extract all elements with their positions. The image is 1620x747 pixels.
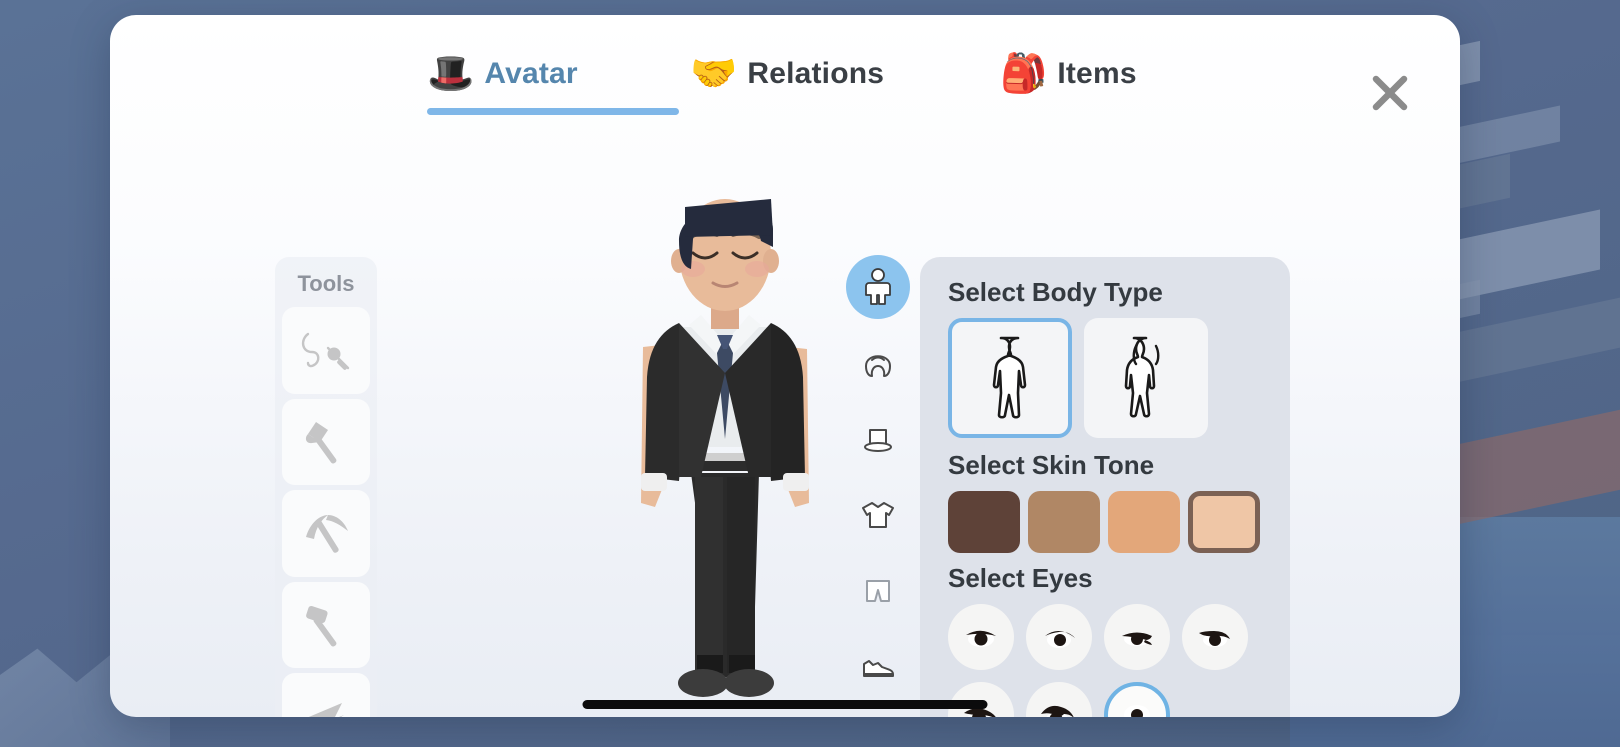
male-silhouette-icon — [992, 336, 1027, 419]
hammer-icon — [306, 606, 337, 647]
tools-panel: Tools — [275, 257, 377, 717]
category-shirt[interactable] — [846, 483, 910, 547]
backpack-icon: 🎒 — [1000, 53, 1048, 95]
shoe-icon — [863, 660, 894, 677]
top-hat-icon — [864, 429, 892, 452]
category-pants[interactable] — [846, 559, 910, 623]
tab-avatar[interactable]: 🎩 Avatar — [427, 53, 679, 115]
modal-tabbar: 🎩 Avatar 🤝 Relations 🎒 Items — [110, 15, 1460, 125]
eye-option-6[interactable] — [1026, 682, 1092, 717]
category-shoes[interactable] — [846, 635, 910, 699]
tab-avatar-label: Avatar — [484, 57, 578, 90]
close-button[interactable] — [1362, 65, 1418, 121]
tool-slot-trowel[interactable] — [282, 673, 370, 717]
tool-slot-fishing-rod[interactable] — [282, 307, 370, 394]
tool-slot-pickaxe[interactable] — [282, 490, 370, 577]
eye-option-1[interactable] — [948, 604, 1014, 670]
tool-slot-axe[interactable] — [282, 398, 370, 486]
game-screen: 🎩 Avatar 🤝 Relations 🎒 Items Tools Selec… — [0, 0, 1620, 747]
close-icon — [1372, 75, 1408, 111]
shorts-icon — [866, 580, 890, 602]
eye-style-6-icon — [1041, 705, 1074, 717]
category-hat[interactable] — [846, 407, 910, 471]
options-panel: Select Body Type Select Skin Tone Select… — [920, 257, 1290, 717]
trowel-icon — [307, 702, 344, 717]
skin-tone-swatch-1[interactable] — [948, 491, 1020, 553]
eye-option-3[interactable] — [1104, 604, 1170, 670]
eye-option-2[interactable] — [1026, 604, 1092, 670]
home-indicator — [582, 700, 988, 709]
eye-option-7[interactable] — [1104, 682, 1170, 717]
category-rail — [838, 255, 918, 717]
body-icon — [865, 268, 891, 305]
eyes-title: Select Eyes — [948, 563, 1093, 593]
tab-items[interactable]: 🎒 Items — [1000, 55, 1137, 93]
axe-icon — [305, 421, 337, 464]
pickaxe-icon — [306, 515, 348, 554]
eye-style-3-icon — [1122, 632, 1152, 646]
body-type-row — [948, 318, 1262, 438]
tab-active-indicator — [427, 108, 679, 115]
eye-style-7-icon — [1124, 705, 1150, 717]
top-hat-icon: 🎩 — [427, 53, 475, 95]
eye-style-1-icon — [966, 630, 996, 647]
skin-tone-swatch-3[interactable] — [1108, 491, 1180, 553]
modal-content: Tools Select Body Type Select Skin Tone … — [110, 125, 1460, 717]
fishing-rod-icon — [301, 333, 350, 371]
tab-relations-label: Relations — [747, 57, 885, 90]
eyes-grid — [948, 604, 1262, 717]
skin-tone-swatch-4[interactable] — [1188, 491, 1260, 553]
category-hair[interactable] — [846, 331, 910, 395]
skin-tone-title: Select Skin Tone — [948, 450, 1155, 480]
tool-slot-hammer[interactable] — [282, 581, 370, 669]
tools-title: Tools — [297, 271, 355, 296]
eye-option-4[interactable] — [1182, 604, 1248, 670]
hair-icon — [865, 355, 891, 377]
tshirt-icon — [862, 502, 894, 528]
body-type-feminine[interactable] — [1084, 318, 1208, 438]
tab-items-label: Items — [1057, 57, 1137, 90]
body-type-masculine[interactable] — [948, 318, 1072, 438]
avatar-character — [641, 199, 809, 697]
tab-relations[interactable]: 🤝 Relations — [690, 55, 884, 93]
body-type-title: Select Body Type — [948, 277, 1163, 307]
eye-style-4-icon — [1199, 631, 1230, 647]
female-silhouette-icon — [1124, 336, 1160, 418]
category-body[interactable] — [846, 255, 910, 319]
category-glasses[interactable] — [846, 711, 910, 717]
skin-tone-row — [948, 491, 1262, 553]
handshake-icon: 🤝 — [690, 53, 738, 95]
eye-style-2-icon — [1045, 630, 1075, 648]
avatar-customization-modal: 🎩 Avatar 🤝 Relations 🎒 Items Tools Selec… — [110, 15, 1460, 717]
skin-tone-swatch-2[interactable] — [1028, 491, 1100, 553]
